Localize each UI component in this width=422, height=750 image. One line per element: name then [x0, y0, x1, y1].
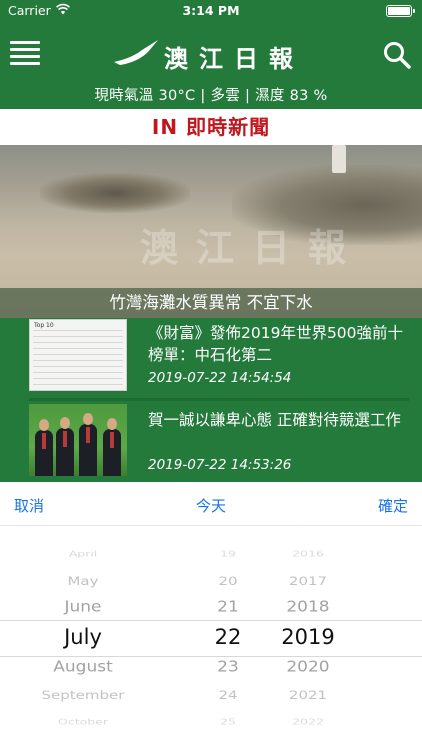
year-option[interactable]: 2019 — [266, 625, 350, 649]
news-title: 賀一誠以謙卑心態 正確對待競選工作 — [148, 411, 401, 429]
day-option[interactable]: 23 — [198, 659, 258, 677]
month-option[interactable]: September — [40, 688, 126, 702]
app-header: 澳江日報 — [0, 22, 422, 84]
year-option[interactable]: 2022 — [266, 717, 350, 727]
month-option[interactable]: May — [40, 574, 126, 588]
day-option[interactable]: 18 — [198, 526, 258, 529]
thumbnail-label: Top 10 — [34, 322, 54, 329]
list-item[interactable]: 賀一誠以謙卑心態 正確對待競選工作 2019-07-22 14:53:26 — [0, 401, 422, 483]
news-thumbnail: Top 10 — [29, 319, 127, 391]
today-button[interactable]: 今天 — [196, 497, 226, 515]
weather-bar: 現時氣溫 30°C | 多雲 | 濕度 83 % — [0, 84, 422, 109]
year-option[interactable]: 2017 — [266, 574, 350, 588]
month-option[interactable]: October — [40, 717, 126, 727]
month-option[interactable]: March — [40, 526, 126, 529]
crane-logo-icon — [114, 40, 158, 65]
month-option[interactable]: June — [40, 599, 126, 617]
news-list: Top 10 《財富》發佈2019年世界500強前十榜單：中石化第二 2019-… — [0, 318, 422, 482]
watermark-logo: 澳江日報 — [140, 225, 365, 270]
day-option[interactable]: 20 — [198, 574, 258, 588]
year-option[interactable]: 2021 — [266, 688, 350, 702]
year-option[interactable]: 2016 — [266, 549, 350, 559]
month-option[interactable]: April — [40, 549, 126, 559]
year-wheel[interactable]: 2015 2016 2017 2018 2019 2020 2021 2022 — [266, 526, 350, 750]
status-bar: Carrier 3:14 PM — [0, 0, 422, 22]
clock: 3:14 PM — [182, 3, 240, 18]
date-picker: March April May June July August September Octo… — [0, 526, 422, 750]
news-timestamp: 2019-07-22 14:54:54 — [148, 370, 292, 386]
hero-caption[interactable]: 竹灣海灘水質異常 不宜下水 — [0, 288, 422, 318]
battery-icon — [386, 5, 415, 17]
day-option[interactable]: 19 — [198, 549, 258, 559]
year-option[interactable]: 2018 — [266, 599, 350, 617]
day-option[interactable]: 21 — [198, 599, 258, 617]
confirm-button[interactable]: 確定 — [378, 495, 408, 516]
day-option[interactable]: 25 — [198, 717, 258, 727]
news-timestamp: 2019-07-22 14:53:26 — [148, 457, 292, 473]
news-thumbnail — [29, 404, 127, 476]
section-title: IN 即時新聞 — [0, 109, 422, 145]
news-title: 《財富》發佈2019年世界500強前十榜單：中石化第二 — [148, 324, 404, 364]
app-logo: 澳江日報 — [112, 38, 312, 73]
logo-text: 澳江日報 — [164, 44, 304, 73]
year-option[interactable]: 2015 — [266, 526, 350, 529]
month-wheel[interactable]: March April May June July August September Octo… — [40, 526, 126, 750]
cancel-button[interactable]: 取消 — [14, 495, 44, 516]
year-option[interactable]: 2020 — [266, 659, 350, 677]
day-option[interactable]: 22 — [198, 625, 258, 649]
picker-toolbar: 取消 今天 確定 — [0, 482, 422, 526]
month-option[interactable]: July — [40, 625, 126, 649]
day-wheel[interactable]: 18 19 20 21 22 23 24 25 — [198, 526, 258, 750]
month-option[interactable]: August — [40, 659, 126, 677]
hamburger-menu-icon[interactable] — [8, 38, 42, 68]
search-icon[interactable] — [382, 40, 412, 70]
list-item[interactable]: Top 10 《財富》發佈2019年世界500強前十榜單：中石化第二 2019-… — [0, 318, 422, 401]
day-option[interactable]: 24 — [198, 688, 258, 702]
